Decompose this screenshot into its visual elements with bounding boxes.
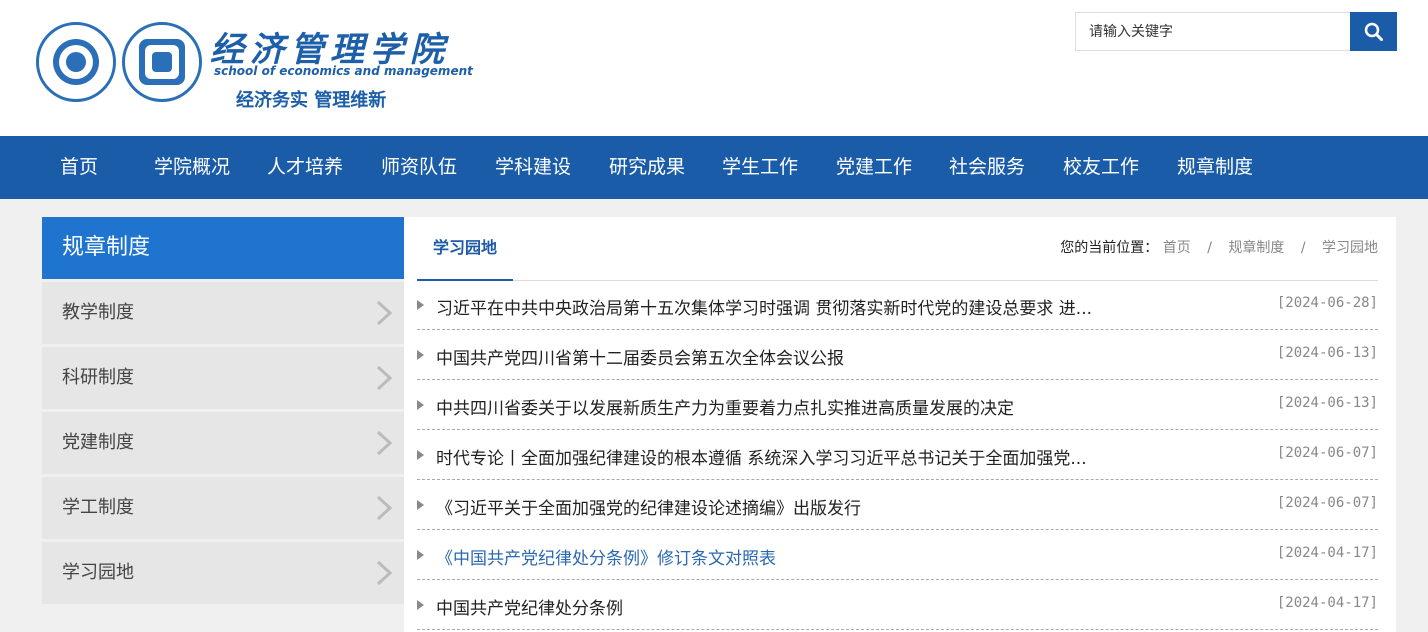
chevron-right-icon — [376, 495, 392, 521]
sidebar-title: 规章制度 — [42, 217, 404, 279]
site-header: 经济管理学院 school of economics and managemen… — [0, 0, 1428, 136]
bullet-triangle-icon — [417, 450, 424, 460]
list-item: 中国共产党四川省第十二届委员会第五次全体会议公报 [2024-06-13] — [417, 330, 1378, 380]
bullet-triangle-icon — [417, 400, 424, 410]
breadcrumb-separator: / — [1300, 240, 1306, 256]
article-title-link[interactable]: 时代专论丨全面加强纪律建设的根本遵循 系统深入学习习近平总书记关于全面加强党..… — [436, 444, 1087, 469]
breadcrumb-home[interactable]: 首页 — [1163, 240, 1191, 256]
article-title-link[interactable]: 中国共产党四川省第十二届委员会第五次全体会议公报 — [436, 344, 844, 369]
breadcrumb-separator: / — [1207, 240, 1212, 256]
sidebar-item-research[interactable]: 科研制度 — [42, 347, 404, 409]
article-title-link[interactable]: 《习近平关于全面加强党的纪律建设论述摘编》出版发行 — [436, 494, 861, 519]
sidebar: 规章制度 教学制度 科研制度 党建制度 学工制度 学习园地 — [42, 217, 404, 604]
sidebar-item-label: 学习园地 — [62, 562, 134, 583]
article-date: [2024-04-17] — [1276, 595, 1378, 611]
university-seal-icon — [36, 22, 116, 102]
sidebar-item-label: 科研制度 — [62, 367, 134, 388]
chevron-right-icon — [376, 300, 392, 326]
list-item: 《习近平关于全面加强党的纪律建设论述摘编》出版发行 [2024-06-07] — [417, 480, 1378, 530]
article-date: [2024-06-28] — [1276, 295, 1378, 311]
nav-alumni[interactable]: 校友工作 — [1063, 136, 1139, 199]
article-title-link[interactable]: 中共四川省委关于以发展新质生产力为重要着力点扎实推进高质量发展的决定 — [436, 394, 1014, 419]
breadcrumb-current[interactable]: 学习园地 — [1322, 240, 1378, 256]
nav-service[interactable]: 社会服务 — [949, 136, 1025, 199]
chevron-right-icon — [376, 365, 392, 391]
search-bar — [1075, 12, 1397, 51]
article-title-link[interactable]: 习近平在中共中央政治局第十五次集体学习时强调 贯彻落实新时代党的建设总要求 进.… — [436, 294, 1092, 319]
sidebar-item-label: 教学制度 — [62, 302, 134, 323]
content-header: 学习园地 您的当前位置： 首页 / 规章制度 / 学习园地 — [417, 217, 1378, 281]
sidebar-item-party[interactable]: 党建制度 — [42, 412, 404, 474]
nav-home[interactable]: 首页 — [60, 136, 98, 199]
nav-faculty[interactable]: 师资队伍 — [381, 136, 457, 199]
search-input[interactable] — [1075, 12, 1350, 51]
main-nav: 首页 学院概况 人才培养 师资队伍 学科建设 研究成果 学生工作 党建工作 社会… — [0, 136, 1428, 199]
bullet-triangle-icon — [417, 300, 424, 310]
tab-study[interactable]: 学习园地 — [417, 217, 513, 281]
brand-english-name: school of economics and management — [214, 64, 473, 78]
nav-students[interactable]: 学生工作 — [722, 136, 798, 199]
sidebar-item-teaching[interactable]: 教学制度 — [42, 282, 404, 344]
nav-disciplines[interactable]: 学科建设 — [495, 136, 571, 199]
nav-party[interactable]: 党建工作 — [836, 136, 912, 199]
sidebar-item-label: 学工制度 — [62, 497, 134, 518]
article-date: [2024-06-13] — [1276, 395, 1378, 411]
bullet-triangle-icon — [417, 500, 424, 510]
bullet-triangle-icon — [417, 600, 424, 610]
breadcrumb-regulations[interactable]: 规章制度 — [1228, 240, 1284, 256]
brand-motto: 经济务实 管理维新 — [236, 90, 387, 111]
college-logo[interactable]: 经济管理学院 school of economics and managemen… — [36, 20, 473, 116]
article-list: 习近平在中共中央政治局第十五次集体学习时强调 贯彻落实新时代党的建设总要求 进.… — [417, 280, 1378, 630]
search-icon — [1364, 22, 1383, 41]
nav-education[interactable]: 人才培养 — [267, 136, 343, 199]
list-item: 习近平在中共中央政治局第十五次集体学习时强调 贯彻落实新时代党的建设总要求 进.… — [417, 280, 1378, 330]
article-title-link[interactable]: 《中国共产党纪律处分条例》修订条文对照表 — [436, 544, 776, 569]
bullet-triangle-icon — [417, 550, 424, 560]
bullet-triangle-icon — [417, 350, 424, 360]
nav-regulations[interactable]: 规章制度 — [1177, 136, 1253, 199]
list-item: 《中国共产党纪律处分条例》修订条文对照表 [2024-04-17] — [417, 530, 1378, 580]
chevron-right-icon — [376, 560, 392, 586]
breadcrumb: 您的当前位置： 首页 / 规章制度 / 学习园地 — [1060, 237, 1378, 257]
breadcrumb-label: 您的当前位置： — [1060, 240, 1159, 256]
list-item: 中国共产党纪律处分条例 [2024-04-17] — [417, 580, 1378, 630]
article-date: [2024-06-07] — [1276, 445, 1378, 461]
article-date: [2024-06-13] — [1276, 345, 1378, 361]
search-button[interactable] — [1350, 12, 1397, 51]
article-title-link[interactable]: 中国共产党纪律处分条例 — [436, 594, 623, 619]
sidebar-item-label: 党建制度 — [62, 432, 134, 453]
list-item: 中共四川省委关于以发展新质生产力为重要着力点扎实推进高质量发展的决定 [2024… — [417, 380, 1378, 430]
list-item: 时代专论丨全面加强纪律建设的根本遵循 系统深入学习习近平总书记关于全面加强党..… — [417, 430, 1378, 480]
chevron-right-icon — [376, 430, 392, 456]
nav-about[interactable]: 学院概况 — [154, 136, 230, 199]
article-date: [2024-04-17] — [1276, 545, 1378, 561]
nav-research[interactable]: 研究成果 — [609, 136, 685, 199]
main-content: 学习园地 您的当前位置： 首页 / 规章制度 / 学习园地 习近平在中共中央政治… — [404, 217, 1396, 632]
sidebar-item-student-affairs[interactable]: 学工制度 — [42, 477, 404, 539]
college-seal-icon — [122, 22, 202, 102]
article-date: [2024-06-07] — [1276, 495, 1378, 511]
sidebar-item-study[interactable]: 学习园地 — [42, 542, 404, 604]
